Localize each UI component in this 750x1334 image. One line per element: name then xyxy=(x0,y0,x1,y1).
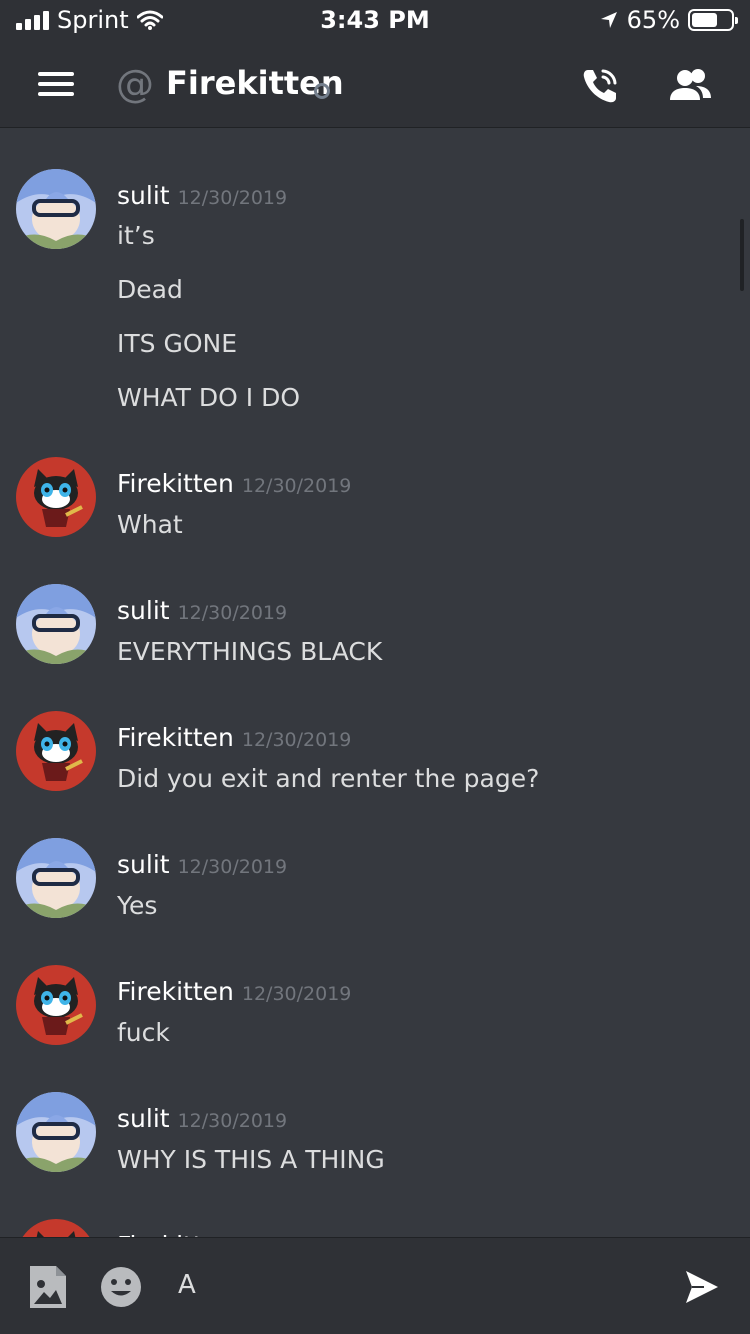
message-text[interactable]: Dead xyxy=(117,275,183,304)
author-name[interactable]: sulit xyxy=(117,1104,170,1133)
message-timestamp: 12/30/2019 xyxy=(241,729,352,751)
author-name[interactable]: Firekitten xyxy=(117,469,234,498)
message-timestamp: 12/30/2019 xyxy=(241,475,352,497)
message-text[interactable]: WHY IS THIS A THING xyxy=(117,1145,385,1174)
message-text[interactable]: Did you exit and renter the page? xyxy=(117,764,539,793)
message-input[interactable]: A xyxy=(178,1270,196,1300)
members-icon[interactable] xyxy=(666,62,714,110)
hamburger-menu-icon[interactable] xyxy=(38,70,74,98)
phone-call-icon[interactable] xyxy=(576,62,624,110)
message-text[interactable]: What xyxy=(117,510,183,539)
sulit-avatar[interactable] xyxy=(16,169,96,249)
send-icon[interactable] xyxy=(684,1269,720,1309)
firekitten-avatar[interactable] xyxy=(16,457,96,537)
message-author[interactable]: Firekitten 12/30/2019 xyxy=(117,469,351,498)
message-timestamp: 12/30/2019 xyxy=(177,856,288,878)
author-name[interactable]: Firekitten xyxy=(117,723,234,752)
battery-icon xyxy=(688,9,738,31)
message-timestamp: 12/30/2019 xyxy=(177,602,288,624)
offline-status-icon xyxy=(314,83,330,99)
firekitten-avatar[interactable] xyxy=(16,1219,96,1237)
message-text[interactable]: fuck xyxy=(117,1018,170,1047)
status-bar: Sprint 3:43 PM 65% xyxy=(0,0,750,40)
location-arrow-icon xyxy=(600,12,617,28)
message-author[interactable]: sulit 12/30/2019 xyxy=(117,850,287,879)
sulit-avatar[interactable] xyxy=(16,1092,96,1172)
message-text[interactable]: EVERYTHINGS BLACK xyxy=(117,637,382,666)
status-right: 65% xyxy=(599,6,738,34)
scrollbar[interactable] xyxy=(740,219,744,291)
firekitten-avatar[interactable] xyxy=(16,965,96,1045)
message-author[interactable]: sulit 12/30/2019 xyxy=(117,1104,287,1133)
battery-percent: 65% xyxy=(626,6,680,34)
message-author[interactable]: Firekitten 12/30/2019 xyxy=(117,723,351,752)
message-timestamp: 12/30/2019 xyxy=(177,1110,288,1132)
message-text[interactable]: it’s xyxy=(117,221,155,250)
message-text[interactable]: ITS GONE xyxy=(117,329,237,358)
message-text[interactable]: Yes xyxy=(117,891,157,920)
message-composer: A xyxy=(0,1237,750,1334)
message-list[interactable]: sulit 12/30/2019 it’s Dead ITS GONE WHAT DO I… xyxy=(0,129,750,1237)
message-text[interactable]: WHAT DO I DO xyxy=(117,383,300,412)
firekitten-avatar[interactable] xyxy=(16,711,96,791)
sulit-avatar[interactable] xyxy=(16,584,96,664)
author-name[interactable]: sulit xyxy=(117,181,170,210)
message-author[interactable]: Firekitten 12/30/2019 xyxy=(117,977,351,1006)
channel-header: @ Firekitten xyxy=(0,40,750,128)
author-name[interactable]: Firekitten xyxy=(117,977,234,1006)
at-sign-icon: @ xyxy=(116,62,154,106)
message-author[interactable]: sulit 12/30/2019 xyxy=(117,596,287,625)
message-timestamp: 12/30/2019 xyxy=(177,187,288,209)
message-author[interactable]: sulit 12/30/2019 xyxy=(117,181,287,210)
author-name[interactable]: sulit xyxy=(117,850,170,879)
emoji-icon[interactable] xyxy=(100,1266,142,1312)
message-timestamp: 12/30/2019 xyxy=(241,983,352,1005)
sulit-avatar[interactable] xyxy=(16,838,96,918)
author-name[interactable]: sulit xyxy=(117,596,170,625)
image-upload-icon[interactable] xyxy=(28,1264,68,1314)
